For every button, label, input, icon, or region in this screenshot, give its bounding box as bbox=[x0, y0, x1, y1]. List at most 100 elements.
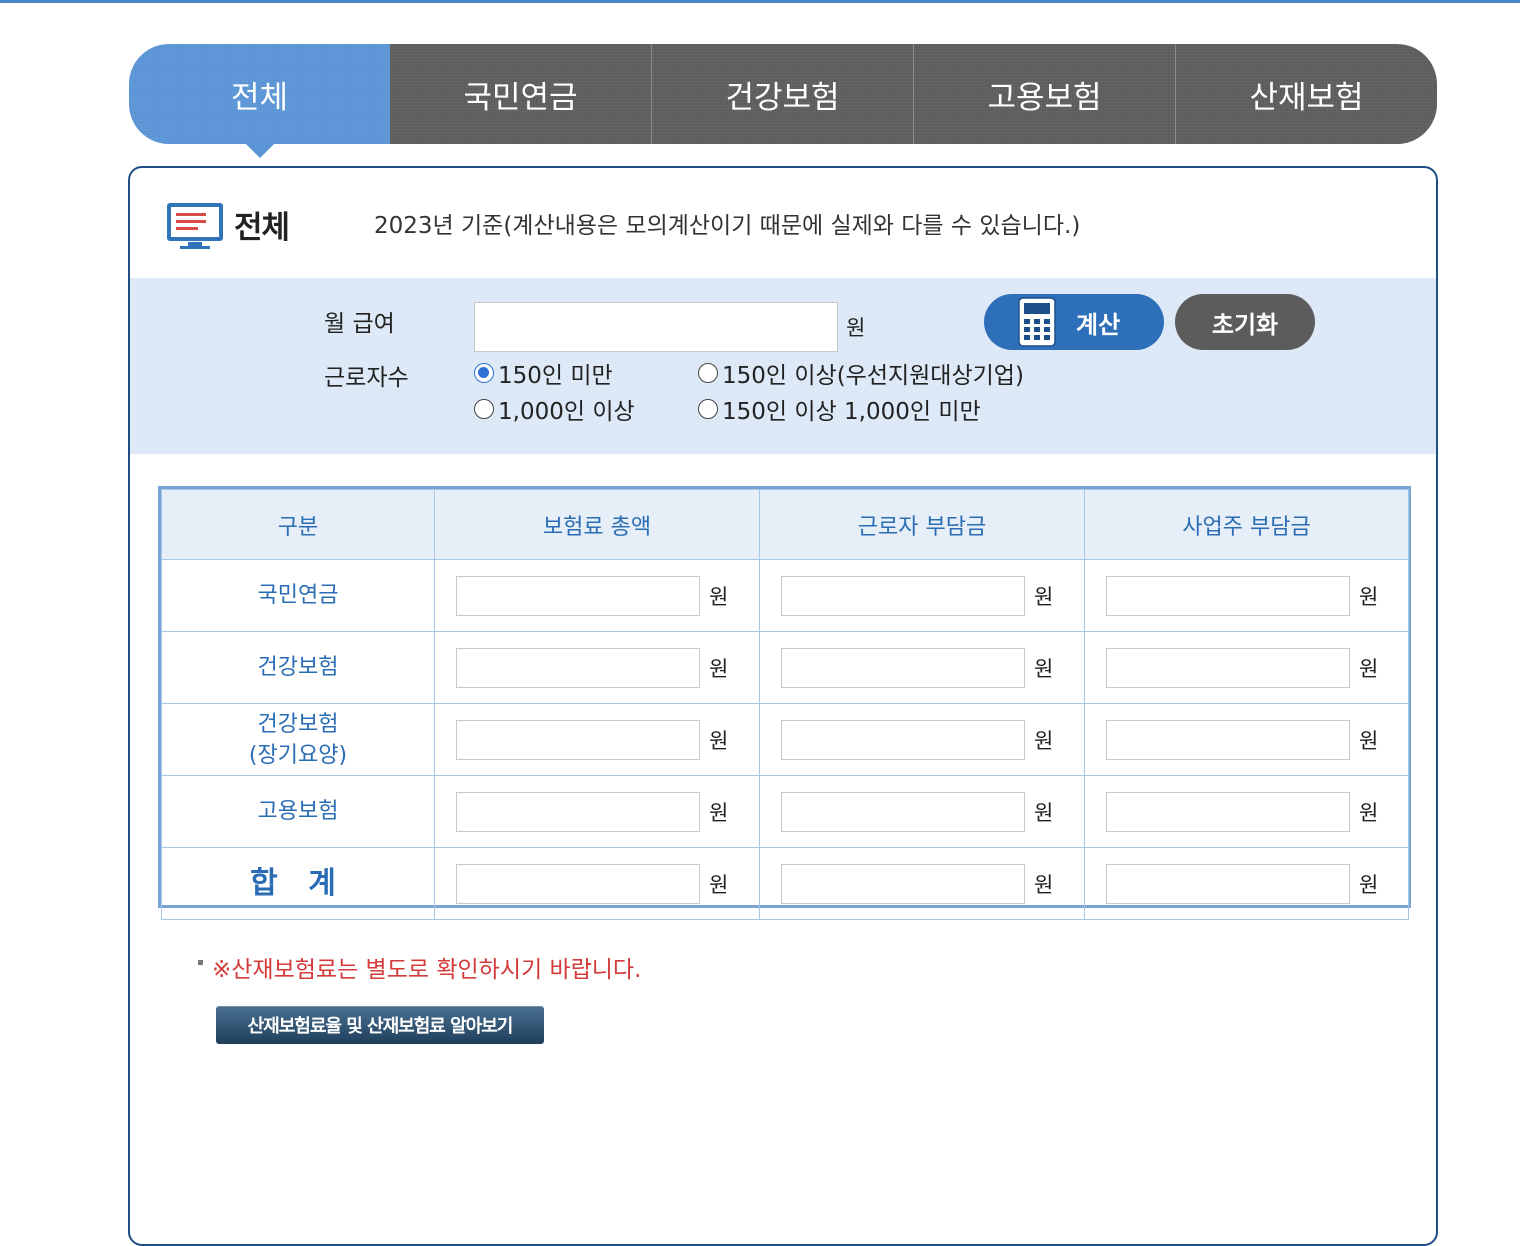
unit-label: 원 bbox=[1034, 584, 1054, 609]
cell-wrapper: 원 bbox=[761, 647, 1083, 688]
table-cell: 원 bbox=[1084, 559, 1409, 632]
top-border bbox=[0, 0, 1520, 3]
unit-label: 원 bbox=[709, 872, 729, 897]
table-cell: 원 bbox=[434, 631, 760, 704]
health-insurance-employee-share-output[interactable] bbox=[781, 647, 1025, 688]
workers-label: 근로자수 bbox=[324, 365, 409, 391]
table-cell: 원 bbox=[759, 847, 1085, 920]
table-cell: 원 bbox=[434, 775, 760, 848]
row-label: 합 계 bbox=[161, 847, 435, 920]
cell-wrapper: 원 bbox=[1086, 575, 1407, 616]
unit-label: 원 bbox=[1034, 656, 1054, 681]
unit-label: 원 bbox=[1359, 656, 1379, 681]
table-row-national-pension: 국민연금 원 원 원 bbox=[161, 559, 1409, 632]
table-row-total: 합 계원원원 bbox=[161, 847, 1409, 920]
radio-150-to-1000[interactable]: 150인 이상 1,000인 미만 bbox=[698, 392, 981, 426]
input-section: 월 급여 원 근로자수 150인 미만 150인 이상(우선지원대상기업) 1,… bbox=[130, 278, 1436, 454]
premium-table: 구분 보험료 총액 근로자 부담금 사업주 부담금 국민연금 원 원 원 건강보험 원 원 원… bbox=[158, 486, 1411, 920]
unit-label: 원 bbox=[709, 584, 729, 609]
table-cell: 원 bbox=[434, 703, 760, 776]
panel-description: 2023년 기준(계산내용은 모의계산이기 때문에 실제와 다를 수 있습니다.… bbox=[374, 213, 1081, 239]
salary-input[interactable] bbox=[474, 302, 838, 352]
radio-under-150[interactable]: 150인 미만 bbox=[474, 356, 613, 390]
tab-bar: 전체 국민연금 건강보험 고용보험 산재보험 bbox=[129, 44, 1437, 144]
cell-wrapper: 원 bbox=[761, 863, 1083, 904]
radio-over-1000[interactable]: 1,000인 이상 bbox=[474, 392, 635, 426]
unit-label: 원 bbox=[1034, 728, 1054, 753]
table-cell: 원 bbox=[759, 703, 1085, 776]
unit-label: 원 bbox=[1359, 872, 1379, 897]
reset-button[interactable]: 초기화 bbox=[1175, 294, 1315, 350]
bullet-icon bbox=[198, 959, 203, 965]
radio-over-150-priority[interactable]: 150인 이상(우선지원대상기업) bbox=[698, 356, 1024, 390]
unit-label: 원 bbox=[1034, 872, 1054, 897]
panel-title: 전체 bbox=[234, 210, 290, 246]
national-pension-employer-share-output[interactable] bbox=[1106, 575, 1350, 616]
cell-wrapper: 원 bbox=[1086, 863, 1407, 904]
note-text: ※산재보험료는 별도로 확인하시기 바랍니다. bbox=[212, 957, 642, 983]
health-insurance-total-premium-output[interactable] bbox=[456, 647, 700, 688]
cell-wrapper: 원 bbox=[761, 575, 1083, 616]
cell-wrapper: 원 bbox=[1086, 719, 1407, 760]
cell-wrapper: 원 bbox=[436, 791, 758, 832]
industrial-insurance-rate-button[interactable]: 산재보험료율 및 산재보험료 알아보기 bbox=[216, 1006, 544, 1044]
cell-wrapper: 원 bbox=[436, 863, 758, 904]
table-cell: 원 bbox=[1084, 631, 1409, 704]
tab-industrial-accident-insurance[interactable]: 산재보험 bbox=[1176, 44, 1437, 144]
cell-wrapper: 원 bbox=[436, 575, 758, 616]
cell-wrapper: 원 bbox=[1086, 647, 1407, 688]
salary-label: 월 급여 bbox=[324, 311, 395, 337]
long-term-care-total-premium-output[interactable] bbox=[456, 719, 700, 760]
tab-employment-insurance[interactable]: 고용보험 bbox=[914, 44, 1176, 144]
calculate-button[interactable]: 계산 bbox=[984, 294, 1164, 350]
row-label: 건강보험 bbox=[161, 631, 435, 704]
table-cell: 원 bbox=[434, 559, 760, 632]
tab-national-pension[interactable]: 국민연금 bbox=[390, 44, 652, 144]
radio-label: 150인 이상(우선지원대상기업) bbox=[722, 363, 1024, 389]
national-pension-employee-share-output[interactable] bbox=[781, 575, 1025, 616]
tab-all[interactable]: 전체 bbox=[129, 44, 390, 144]
tab-health-insurance[interactable]: 건강보험 bbox=[652, 44, 914, 144]
total-employee-share-output[interactable] bbox=[781, 863, 1025, 904]
row-label: 국민연금 bbox=[161, 559, 435, 632]
table-header-row: 구분 보험료 총액 근로자 부담금 사업주 부담금 bbox=[161, 489, 1409, 560]
radio-button[interactable] bbox=[698, 399, 718, 419]
calculator-icon bbox=[1018, 297, 1056, 347]
unit-label: 원 bbox=[1359, 800, 1379, 825]
employment-insurance-total-premium-output[interactable] bbox=[456, 791, 700, 832]
radio-button[interactable] bbox=[474, 399, 494, 419]
total-total-premium-output[interactable] bbox=[456, 863, 700, 904]
national-pension-total-premium-output[interactable] bbox=[456, 575, 700, 616]
table-row-health-insurance: 건강보험 원 원 원 bbox=[161, 631, 1409, 704]
salary-unit: 원 bbox=[846, 316, 866, 340]
row-label: 건강보험 (장기요양) bbox=[161, 703, 435, 776]
employment-insurance-employee-share-output[interactable] bbox=[781, 791, 1025, 832]
monitor-list-icon bbox=[167, 203, 223, 249]
unit-label: 원 bbox=[1034, 800, 1054, 825]
employment-insurance-employer-share-output[interactable] bbox=[1106, 791, 1350, 832]
radio-button[interactable] bbox=[474, 363, 494, 383]
health-insurance-employer-share-output[interactable] bbox=[1106, 647, 1350, 688]
table-row-long-term-care: 건강보험 (장기요양) 원 원 원 bbox=[161, 703, 1409, 776]
header-employee-share: 근로자 부담금 bbox=[759, 489, 1085, 560]
header-employer-share: 사업주 부담금 bbox=[1084, 489, 1409, 560]
table-cell: 원 bbox=[1084, 775, 1409, 848]
cell-wrapper: 원 bbox=[761, 719, 1083, 760]
table-cell: 원 bbox=[759, 559, 1085, 632]
unit-label: 원 bbox=[1359, 584, 1379, 609]
radio-label: 1,000인 이상 bbox=[498, 399, 635, 425]
calculate-label: 계산 bbox=[1076, 310, 1121, 339]
cell-wrapper: 원 bbox=[436, 719, 758, 760]
radio-button[interactable] bbox=[698, 363, 718, 383]
unit-label: 원 bbox=[709, 656, 729, 681]
cell-wrapper: 원 bbox=[1086, 791, 1407, 832]
long-term-care-employer-share-output[interactable] bbox=[1106, 719, 1350, 760]
unit-label: 원 bbox=[1359, 728, 1379, 753]
long-term-care-employee-share-output[interactable] bbox=[781, 719, 1025, 760]
calculator-panel: 전체 2023년 기준(계산내용은 모의계산이기 때문에 실제와 다를 수 있습… bbox=[128, 166, 1438, 1246]
total-employer-share-output[interactable] bbox=[1106, 863, 1350, 904]
table-cell: 원 bbox=[1084, 703, 1409, 776]
table-cell: 원 bbox=[759, 775, 1085, 848]
row-label: 고용보험 bbox=[161, 775, 435, 848]
industrial-insurance-note: ※산재보험료는 별도로 확인하시기 바랍니다. bbox=[198, 950, 641, 984]
